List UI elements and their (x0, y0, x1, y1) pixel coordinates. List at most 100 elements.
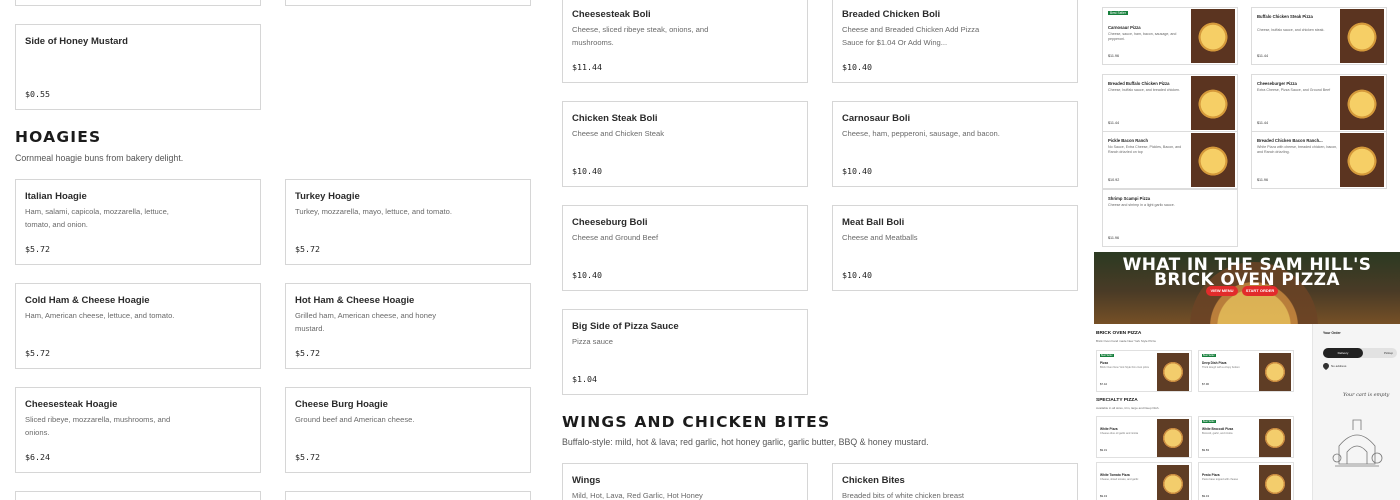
preview-item-description: Cheese, buffalo sauce, and chicken steak… (1257, 28, 1325, 32)
preview-item-name: White Tomato Pizza (1100, 473, 1130, 477)
preview-item-description: Cheese, sliced tomato, and garlic (1100, 478, 1139, 481)
delivery-option[interactable]: Delivery (1323, 348, 1363, 358)
preview-item-card[interactable]: Best Seller Deep Dish Pizza Thick dough … (1198, 350, 1294, 392)
pickup-option[interactable]: Pickup (1384, 348, 1393, 358)
preview-item-name: Buffalo Chicken Steak Pizza (1257, 14, 1313, 19)
preview-item-card[interactable]: Buffalo Chicken Steak Pizza Cheese, buff… (1251, 7, 1387, 65)
pizza-image (1340, 9, 1384, 63)
item-description: Breaded bits of white chicken breast (842, 491, 964, 500)
item-price: $5.72 (295, 348, 320, 358)
item-price: $5.72 (25, 244, 50, 254)
preview-item-card[interactable]: Shrimp Scampi Pizza Cheese and shrimp in… (1102, 189, 1238, 247)
item-description: Ham, American cheese, lettuce, and tomat… (25, 311, 175, 320)
item-price: $10.40 (572, 166, 602, 176)
preview-item-card[interactable]: Breaded Chicken Bacon Ranch... White Piz… (1251, 131, 1387, 189)
best-seller-badge: Best Seller (1202, 420, 1216, 423)
pizza-image (1259, 465, 1291, 500)
item-name: Cheeseburg Boli (572, 217, 648, 228)
item-price: $10.40 (572, 270, 602, 280)
menu-item-card[interactable]: Meat Ball Boli Cheese and Meatballs $10.… (832, 205, 1078, 291)
item-name: Cheesesteak Boli (572, 9, 651, 20)
item-name: Cheesesteak Hoagie (25, 399, 118, 410)
preview-item-card[interactable]: Pesto Pizza Pesto base topped with chees… (1198, 462, 1294, 500)
preview-item-card[interactable]: Best Seller Carnosaur Pizza Cheese, sauc… (1102, 7, 1238, 65)
preview-item-card[interactable]: Cheeseburger Pizza Extra Cheese, Pizza S… (1251, 74, 1387, 132)
menu-item-card[interactable]: Carnosaur Boli Cheese, ham, pepperoni, s… (832, 101, 1078, 187)
item-price: $10.40 (842, 270, 872, 280)
menu-item-card[interactable]: Cheeseburg Boli Cheese and Ground Beef $… (562, 205, 808, 291)
preview-item-card[interactable]: Best Seller White Broccoli Pizza Broccol… (1198, 416, 1294, 458)
cart-title: Your Order (1323, 331, 1341, 335)
menu-item-card[interactable]: Chicken Steak Boli Cheese and Chicken St… (562, 101, 808, 187)
preview-item-price: $11.44 (1257, 54, 1269, 58)
menu-item-card[interactable]: Cheesesteak Boli Cheese, sliced ribeye s… (562, 0, 808, 83)
preview-item-card[interactable]: White Pizza Cheese olive oil garlic and … (1096, 416, 1192, 458)
menu-item-card[interactable]: Wings Mild, Hot, Lava, Red Garlic, Hot H… (562, 463, 808, 500)
section-title-wings: WINGS AND CHICKEN BITES (562, 413, 831, 431)
preview-item-description: Broccoli, garlic, and ricotta (1202, 432, 1233, 435)
preview-item-price: $7.42 (1100, 382, 1107, 386)
pizza-image (1259, 353, 1291, 391)
preview-item-name: Cheeseburger Pizza (1257, 81, 1297, 86)
menu-item-card[interactable] (285, 0, 531, 6)
best-seller-badge: Best Seller (1100, 354, 1114, 357)
delivery-address: No address (1331, 364, 1347, 368)
preview-item-card[interactable]: Pickle Bacon Ranch No Sauce, Extra Chees… (1102, 131, 1238, 189)
preview-item-name: Breaded Chicken Bacon Ranch... (1257, 138, 1323, 143)
preview-item-price: $10.92 (1108, 178, 1120, 182)
preview-item-card[interactable]: Best Seller Pizza Brick Oven New York St… (1096, 350, 1192, 392)
item-description: Ham, salami, capicola, mozzarella, lettu… (25, 207, 169, 229)
pizza-oven-illustration-icon (1332, 419, 1383, 467)
menu-item-card[interactable]: Chicken Bites Breaded bits of white chic… (832, 463, 1078, 500)
item-name: Italian Hoagie (25, 191, 87, 202)
menu-item-card[interactable]: Big Side of Pizza Sauce Pizza sauce $1.0… (562, 309, 808, 395)
preview-item-name: Pesto Pizza (1202, 473, 1220, 477)
preview-item-price: $9.43 (1100, 494, 1107, 498)
menu-item-card[interactable]: Side of Honey Mustard $0.55 (15, 24, 261, 110)
pizza-image (1340, 133, 1384, 187)
menu-item-card[interactable]: Turkey Hoagie Turkey, mozzarella, mayo, … (285, 179, 531, 265)
menu-item-card[interactable] (15, 0, 261, 6)
menu-item-card[interactable]: Cold Ham & Cheese Hoagie Ham, American c… (15, 283, 261, 369)
order-type-toggle[interactable]: Delivery Pickup (1323, 348, 1397, 358)
preview-item-description: Thick dough with a crispy bottom (1202, 366, 1240, 369)
item-name: Breaded Chicken Boli (842, 9, 941, 20)
section-subtitle: Available in all sizes, trim, large and … (1096, 406, 1160, 410)
preview-item-price: $11.96 (1257, 178, 1269, 182)
preview-item-price: $9.31 (1100, 448, 1107, 452)
menu-item-card[interactable]: Cheesesteak Hoagie Sliced ribeye, mozzar… (15, 387, 261, 473)
view-menu-button[interactable]: VIEW MENU (1206, 286, 1238, 296)
pizza-image (1157, 353, 1189, 391)
item-name: Wings (572, 475, 601, 486)
preview-item-name: Carnosaur Pizza (1108, 25, 1141, 30)
pizza-image (1191, 133, 1235, 187)
menu-item-card[interactable]: Hot Ham & Cheese Hoagie Grilled ham, Ame… (285, 283, 531, 369)
menu-item-card[interactable] (15, 491, 261, 500)
menu-item-card[interactable]: Cheese Burg Hoagie Ground beef and Ameri… (285, 387, 531, 473)
preview-item-description: Cheese olive oil garlic and ricotta (1100, 432, 1139, 435)
preview-item-name: Pizza (1100, 361, 1108, 365)
item-name: Cold Ham & Cheese Hoagie (25, 295, 150, 306)
start-order-button[interactable]: START ORDER (1242, 286, 1278, 296)
preview-item-description: Cheese, buffalo sauce, and breaded chick… (1108, 88, 1181, 92)
preview-item-price: $9.43 (1202, 494, 1209, 498)
pizza-image (1259, 419, 1291, 457)
menu-item-card[interactable]: Breaded Chicken Boli Cheese and Breaded … (832, 0, 1078, 83)
pizza-image (1191, 9, 1235, 63)
item-name: Cheese Burg Hoagie (295, 399, 388, 410)
item-name: Big Side of Pizza Sauce (572, 321, 679, 332)
preview-item-card[interactable]: Breaded Buffalo Chicken Pizza Cheese, bu… (1102, 74, 1238, 132)
item-price: $5.72 (25, 348, 50, 358)
item-description: Turkey, mozzarella, mayo, lettuce, and t… (295, 207, 453, 216)
item-description: Ground beef and American cheese. (295, 415, 415, 424)
preview-item-description: Pesto base topped with cheese (1202, 478, 1239, 481)
item-name: Turkey Hoagie (295, 191, 360, 202)
item-description: Cheese and Meatballs (842, 233, 918, 242)
preview-item-card[interactable]: White Tomato Pizza Cheese, sliced tomato… (1096, 462, 1192, 500)
empty-cart-message: Your cart is empty (1343, 392, 1390, 398)
preview-item-name: White Broccoli Pizza (1202, 427, 1234, 431)
menu-item-card[interactable] (285, 491, 531, 500)
preview-item-price: $9.83 (1202, 448, 1209, 452)
menu-item-card[interactable]: Italian Hoagie Ham, salami, capicola, mo… (15, 179, 261, 265)
pizza-image (1157, 419, 1189, 457)
